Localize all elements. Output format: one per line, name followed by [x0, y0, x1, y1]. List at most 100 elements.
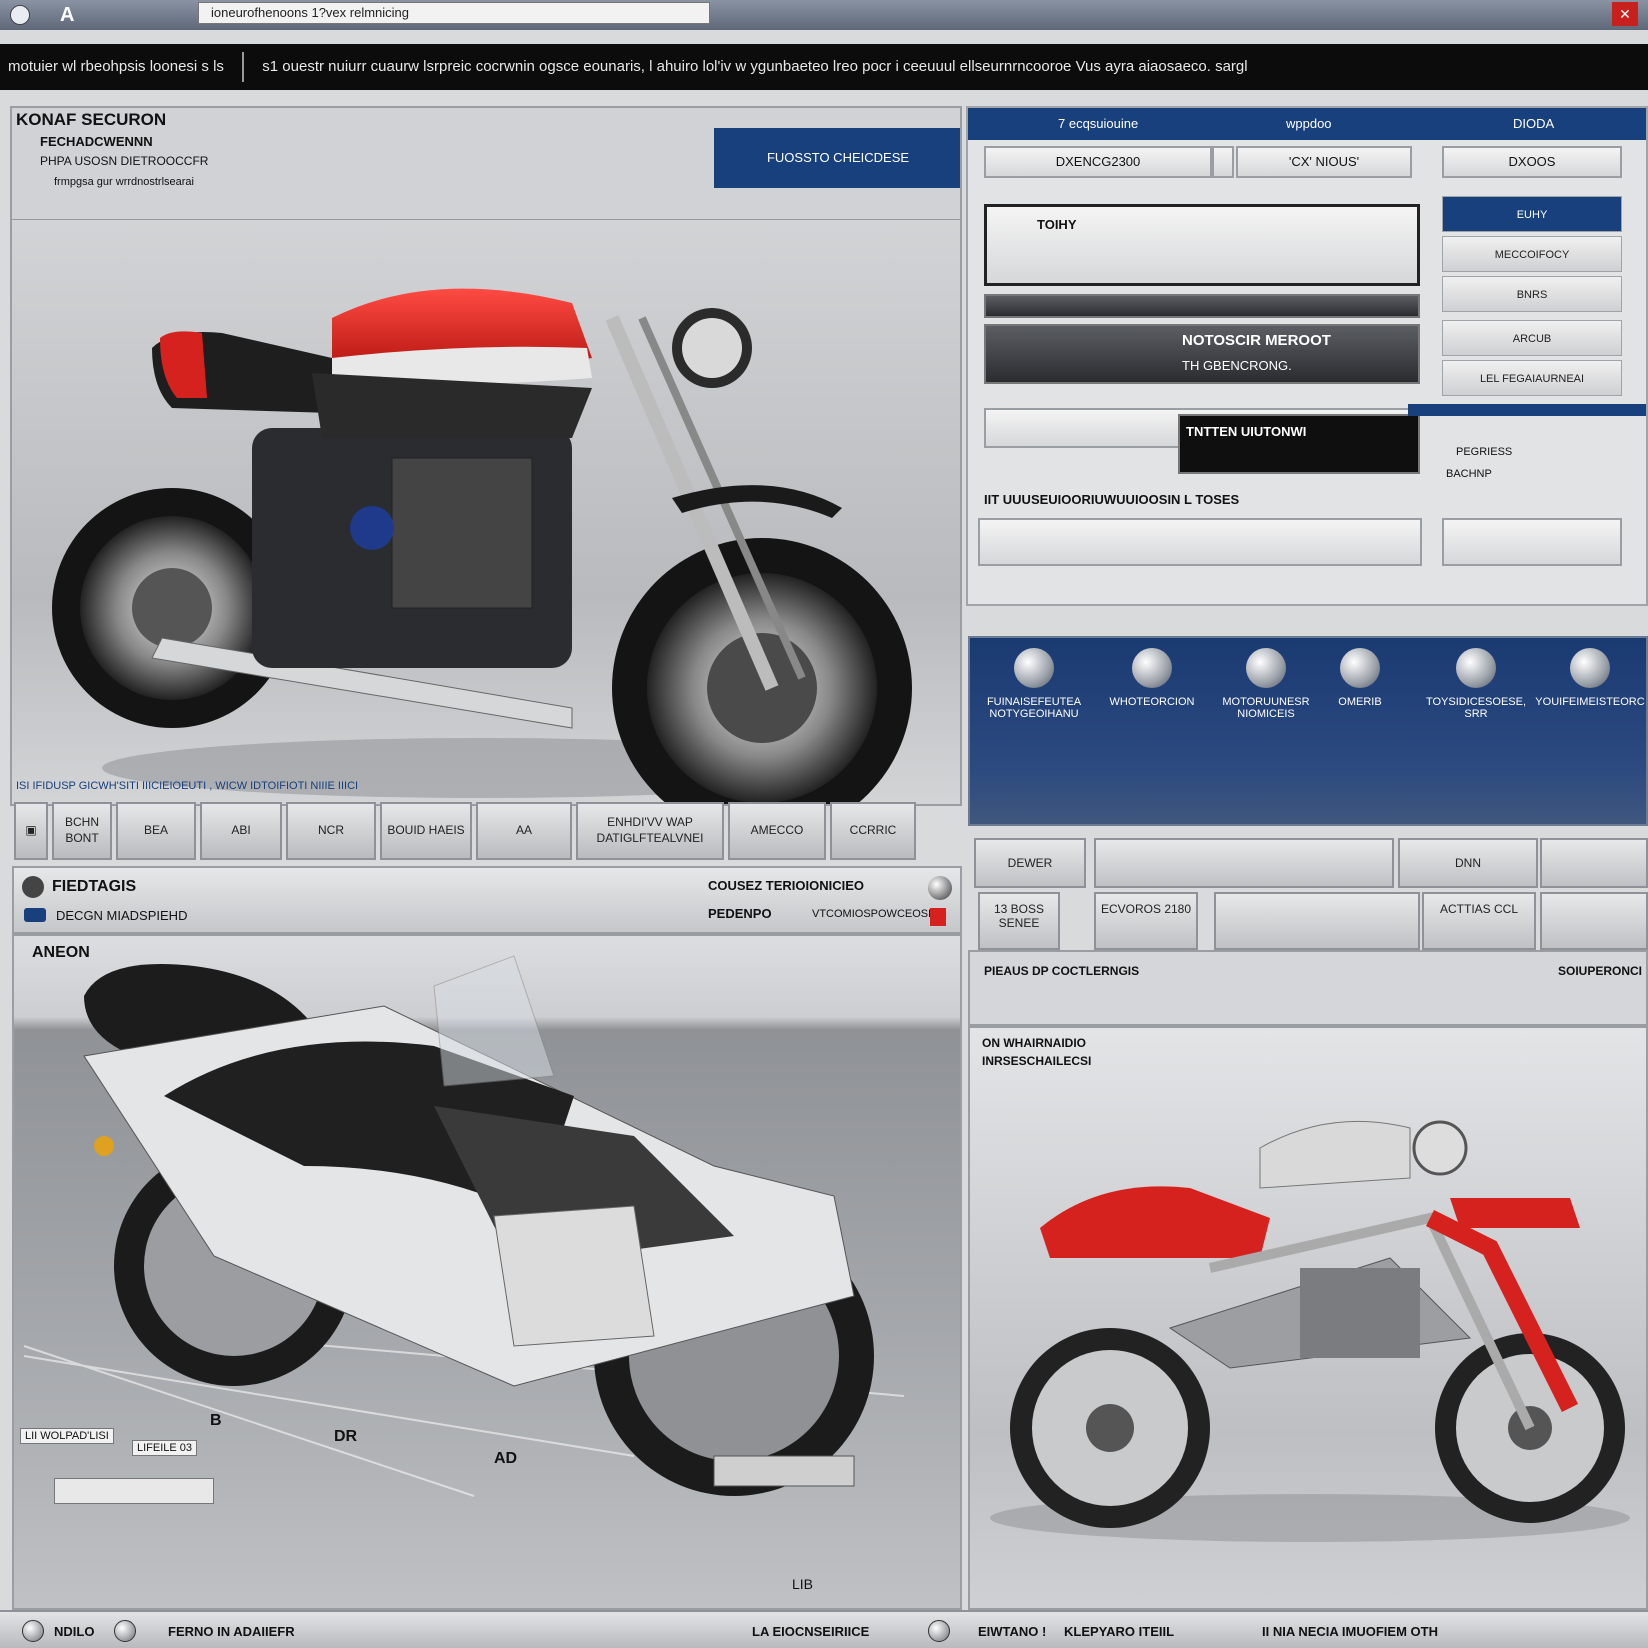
toolbar-button-5[interactable]: BOUID HAEIS	[380, 802, 472, 860]
exploded-header-right-title: COUSEZ TERIOIONICIEO	[708, 878, 865, 893]
render-caption: ISI IFIDUSP GICWH'SITI IIICIEIOEUTI , WI…	[16, 780, 359, 792]
side-button-5[interactable]: LEL FEGAIAURNEAI	[1442, 360, 1622, 396]
side-button-4[interactable]: ARCUB	[1442, 320, 1622, 356]
toolbar-button-4[interactable]: NCR	[286, 802, 376, 860]
component-sphere-icon	[1014, 648, 1054, 688]
app-menu-icon[interactable]	[10, 5, 30, 25]
gear-icon	[22, 876, 44, 898]
panel-line-3: frmpgsa gur wrrdnostrlsearai	[54, 176, 194, 188]
progress-bar-top	[984, 294, 1420, 318]
side-button-3[interactable]: BNRS	[1442, 276, 1622, 312]
settings-form-panel: 7 ecqsuiouine wppdoo DIODA DXENCG2300 'C…	[966, 106, 1648, 606]
grid-cell-r2-2[interactable]: ECVOROS 2180	[1094, 892, 1198, 950]
text-area[interactable]: TOIHY	[984, 204, 1420, 286]
grid-cell-r1-3[interactable]: DNN	[1398, 838, 1538, 888]
component-bolt-icon	[1456, 648, 1496, 688]
header-col-3: DIODA	[1513, 116, 1555, 131]
status-left-2: FERNO IN ADAIIEFR	[168, 1624, 295, 1639]
motorcycle-render-1	[52, 288, 912, 804]
component-icon-band: FUINAISEFEUTEA NOTYGEOIHANU WHOTEORCION …	[968, 636, 1648, 826]
component-info-right: SOIUPERONCI	[1557, 964, 1642, 978]
address-field[interactable]: ioneurofhenoons 1?vex relmnicing	[198, 2, 710, 24]
side-footer-input[interactable]	[1442, 518, 1622, 566]
annotation-1: LII WOLPAD'LISI	[20, 1428, 114, 1444]
status-bar: NDILO FERNO IN ADAIIEFR LA EIOCNSEIRIICE…	[0, 1610, 1648, 1648]
status-icon-2[interactable]	[114, 1620, 136, 1642]
grid-cell-r1-2[interactable]	[1094, 838, 1394, 888]
toolbar-icon[interactable]: ▣	[14, 802, 48, 860]
annotation-box	[54, 1478, 214, 1504]
exploded-view-header: FIEDTAGIS DECGN MIADSPIEHD COUSEZ TERIOI…	[12, 866, 962, 934]
panel-line-2: PHPA USOSN DIETROOCCFR	[40, 154, 209, 168]
field-docs[interactable]: DXOOS	[1442, 146, 1622, 178]
exploded-header-right-sub2: VTCOMIOSPOWCEOSE	[812, 908, 936, 920]
status-bar-2: TNTTEN UIUTONWI	[1178, 414, 1420, 474]
component-label-2: WHOTEORCION	[1109, 696, 1195, 708]
ticker-left-text: motuier wl rbeohpsis loonesi s ls	[8, 58, 224, 75]
toolbar-button-7[interactable]: ENHDI'VV WAP DATIGLFTEALVNEI	[576, 802, 724, 860]
side-label-2: BACHNP	[1446, 468, 1492, 480]
news-ticker: motuier wl rbeohpsis loonesi s ls s1 oue…	[0, 44, 1648, 90]
component-label-1: FUINAISEFEUTEA NOTYGEOIHANU	[986, 696, 1082, 720]
component-label-3: MOTORUUNESR NIOMICEIS	[1222, 696, 1310, 720]
record-icon[interactable]	[928, 876, 952, 900]
close-icon[interactable]: ✕	[1612, 2, 1638, 26]
grid-cell-r1-1[interactable]: DEWER	[974, 838, 1086, 888]
component-cable-icon	[1246, 648, 1286, 688]
exploded-header-title: FIEDTAGIS	[52, 878, 137, 895]
flag-icon[interactable]	[930, 908, 946, 926]
status-right-2: KLEPYARO ITEIIL	[1064, 1624, 1175, 1639]
exploded-header-sub: DECGN MIADSPIEHD	[56, 908, 188, 923]
status-bar-1-label: NOTOSCIR MEROOT	[1182, 332, 1331, 349]
status-icon-1[interactable]	[22, 1620, 44, 1642]
grid-cell-r1-4[interactable]	[1540, 838, 1648, 888]
header-col-2: wppdoo	[1286, 116, 1332, 131]
header-col-1: 7 ecqsuiouine	[1058, 116, 1139, 131]
annotation-2: LIFEILE 03	[132, 1440, 198, 1456]
annotation-3: DR	[334, 1428, 358, 1445]
toolbar-button-3[interactable]: ABI	[200, 802, 282, 860]
grid-cell-r2-4[interactable]: ACTTIAS CCL	[1422, 892, 1536, 950]
status-icon-3[interactable]	[928, 1620, 950, 1642]
footer-input[interactable]	[978, 518, 1422, 566]
component-knob-icon	[1570, 648, 1610, 688]
field-mode[interactable]: 'CX' NIOUS'	[1236, 146, 1412, 178]
toolbar-button-8[interactable]: AMECCO	[728, 802, 826, 860]
frame-view-panel: ON WHAIRNAIDIO INRSESCHAILECSI	[968, 1026, 1648, 1610]
component-clamp-icon	[1340, 648, 1380, 688]
blue-action-button[interactable]: FUOSSTO CHEICDESE	[714, 128, 960, 188]
component-label-5: TOYSIDICESOESE, SRR	[1425, 696, 1527, 720]
grid-cell-r2-3[interactable]	[1214, 892, 1420, 950]
toolbar-button-2[interactable]: BEA	[116, 802, 196, 860]
motorcycle-render-3	[990, 1120, 1630, 1542]
side-button-2[interactable]: MECCOIFOCY	[1442, 236, 1622, 272]
toolbar-button-1[interactable]: BCHN BONT	[52, 802, 112, 860]
grid-cell-r2-5[interactable]	[1540, 892, 1648, 950]
component-label-4: OMERIB	[1338, 696, 1382, 708]
component-hook-icon	[1132, 648, 1172, 688]
ticker-right-text: s1 ouestr nuiurr cuaurw lsrpreic cocrwni…	[262, 58, 1248, 75]
app-window: A ioneurofhenoons 1?vex relmnicing ✕ mot…	[0, 0, 1648, 1648]
side-button-1[interactable]: EUHY	[1442, 196, 1622, 232]
toolbar-button-6[interactable]: AA	[476, 802, 572, 860]
annotation-4: AD	[494, 1450, 518, 1467]
title-bar: A ioneurofhenoons 1?vex relmnicing ✕	[0, 0, 1648, 30]
field-code-spinner[interactable]	[1212, 146, 1234, 178]
panel-line-1: FECHADCWENNN	[40, 134, 153, 149]
status-mid: LA EIOCNSEIRIICE	[752, 1624, 870, 1639]
panel-header: KONAF SECURON FECHADCWENNN PHPA USOSN DI…	[12, 108, 960, 220]
panel-title: KONAF SECURON	[16, 110, 167, 129]
grid-cell-r2-1[interactable]: 13 BOSS SENEE	[978, 892, 1060, 950]
selection-highlight	[1408, 404, 1646, 416]
field-code[interactable]: DXENCG2300	[984, 146, 1212, 178]
status-bar-2-label: TNTTEN UIUTONWI	[1186, 424, 1307, 439]
motorcycle-render-2	[23, 955, 905, 1497]
annotation-6: B	[210, 1412, 222, 1429]
status-bar-1: NOTOSCIR MEROOT TH GBENCRONG.	[984, 324, 1420, 384]
toolbar-button-9[interactable]: CCRRIC	[830, 802, 916, 860]
component-info-left: PIEAUS DP COCTLERNGIS	[984, 964, 1140, 978]
motorcycle-view-panel: KONAF SECURON FECHADCWENNN PHPA USOSN DI…	[10, 106, 962, 806]
exploded-view-panel: ANEON LII WOLPAD'LISI LIFEILE 03 DR AD L…	[12, 934, 962, 1610]
component-info-bar: PIEAUS DP COCTLERNGIS SOIUPERONCI	[968, 950, 1648, 1026]
toggle-icon[interactable]	[24, 908, 46, 922]
